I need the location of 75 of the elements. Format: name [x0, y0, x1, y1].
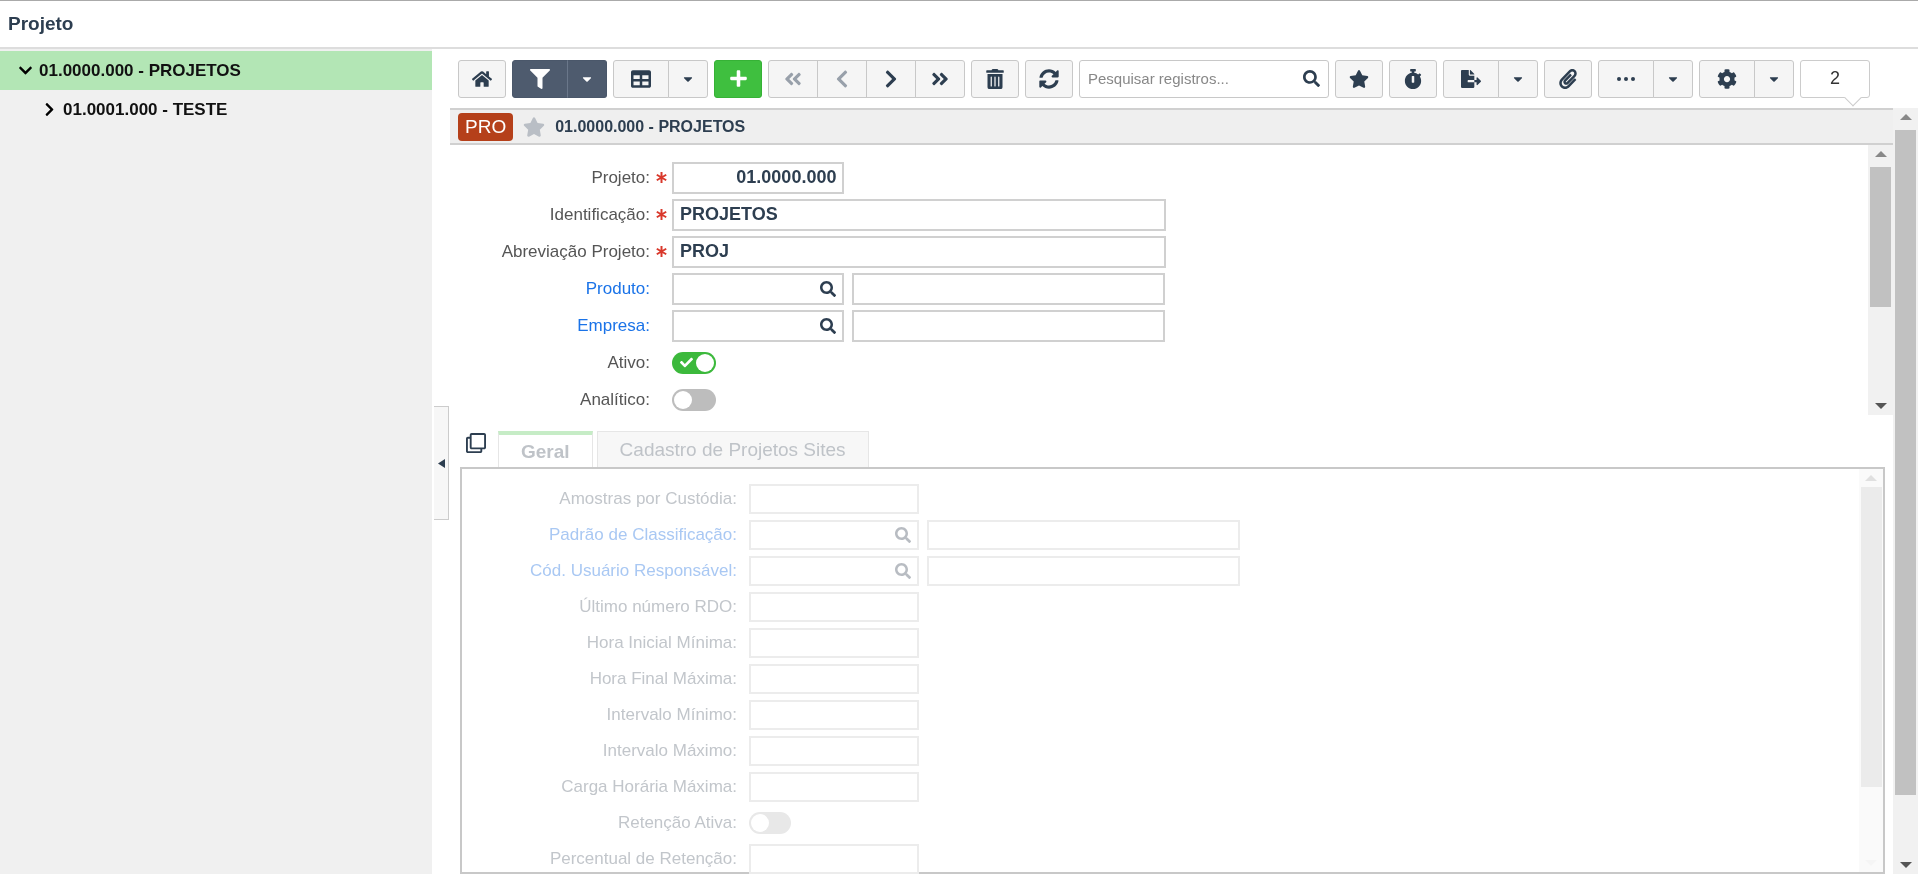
settings-icon [1717, 68, 1737, 89]
input-field[interactable]: PROJETOS [672, 198, 1166, 231]
search-icon [895, 563, 911, 579]
field-label: Analítico: [579, 389, 650, 410]
add-button[interactable] [714, 59, 762, 98]
input-field[interactable] [852, 309, 1166, 342]
export-button[interactable] [1443, 59, 1499, 98]
field-label: Hora Final Máxima: [588, 669, 737, 689]
star-icon [1349, 68, 1369, 89]
page-title: Projeto [8, 13, 74, 35]
refresh-button[interactable] [1025, 59, 1073, 98]
field-label: Carga Horária Máxima: [560, 777, 737, 797]
field-label: Projeto: [590, 167, 650, 188]
scrollbar[interactable] [1868, 145, 1893, 415]
field-label: Empresa: [576, 315, 650, 336]
record-title: 01.0000.000 - PROJETOS [555, 117, 746, 136]
field-label: Percentual de Retenção: [548, 849, 737, 869]
required-icon [655, 209, 667, 220]
field-label: Amostras por Custódia: [558, 489, 737, 509]
required-icon [655, 246, 667, 257]
search-icon [820, 317, 837, 334]
delete-button[interactable] [971, 59, 1019, 98]
plus-icon [728, 69, 748, 88]
dropdown-button[interactable] [567, 59, 607, 98]
field-label: Último número RDO: [578, 597, 737, 617]
tree-item[interactable]: 01.0000.000 - PROJETOS [0, 51, 432, 90]
search-icon [1303, 70, 1320, 87]
attach-button[interactable] [1544, 59, 1592, 98]
copy-icon[interactable] [466, 433, 486, 453]
field-label: Retenção Ativa: [616, 813, 737, 833]
field-label: Intervalo Mínimo: [605, 705, 737, 725]
toggle-switch[interactable] [672, 351, 716, 374]
more-button[interactable] [1598, 59, 1654, 98]
search-icon [895, 527, 911, 543]
stopwatch-icon [1403, 68, 1423, 89]
search-box[interactable]: Pesquisar registros... [1079, 59, 1329, 98]
input-field[interactable]: PROJ [672, 235, 1166, 268]
home-icon [472, 68, 492, 89]
lookup-field[interactable] [672, 272, 845, 305]
required-icon [655, 172, 667, 183]
settings-button[interactable] [1699, 59, 1755, 98]
favorite-button[interactable] [1335, 59, 1383, 98]
view-button[interactable] [613, 59, 669, 98]
refresh-icon [1039, 68, 1059, 89]
input-field[interactable] [852, 272, 1166, 305]
field-label: Cód. Usuário Responsável: [529, 561, 737, 581]
field-label: Hora Inicial Mínima: [585, 633, 737, 653]
field-label: Intervalo Máximo: [601, 741, 737, 761]
more-icon [1617, 76, 1635, 81]
lookup-field[interactable] [672, 309, 845, 342]
scrollbar[interactable] [1893, 108, 1918, 874]
field-label: Produto: [584, 278, 650, 299]
check-icon [680, 356, 693, 369]
tree-item[interactable]: 01.0001.000 - TESTE [0, 90, 432, 129]
file-export-icon [1461, 68, 1481, 89]
trash-icon [985, 68, 1005, 89]
input-field[interactable]: 01.0000.000 [672, 161, 845, 194]
timer-button[interactable] [1389, 59, 1437, 98]
triangle-left-icon [437, 458, 445, 468]
paperclip-icon [1558, 68, 1578, 89]
field-label: Identificação: [548, 204, 650, 225]
collapse-button[interactable] [434, 406, 449, 520]
field-label: Padrão de Classificação: [547, 525, 737, 545]
field-label: Ativo: [606, 352, 650, 373]
record-badge: PRO [458, 112, 514, 141]
filter-button[interactable] [512, 59, 568, 98]
filter-icon [530, 68, 550, 89]
search-icon [820, 280, 837, 297]
field-label: Abreviação Projeto: [500, 241, 650, 262]
last-button[interactable] [915, 59, 965, 98]
toggle-switch[interactable] [672, 388, 716, 411]
favorite-star-icon[interactable] [523, 115, 546, 138]
home-button[interactable] [458, 59, 506, 98]
next-button[interactable] [866, 59, 916, 98]
table-icon [631, 68, 651, 89]
